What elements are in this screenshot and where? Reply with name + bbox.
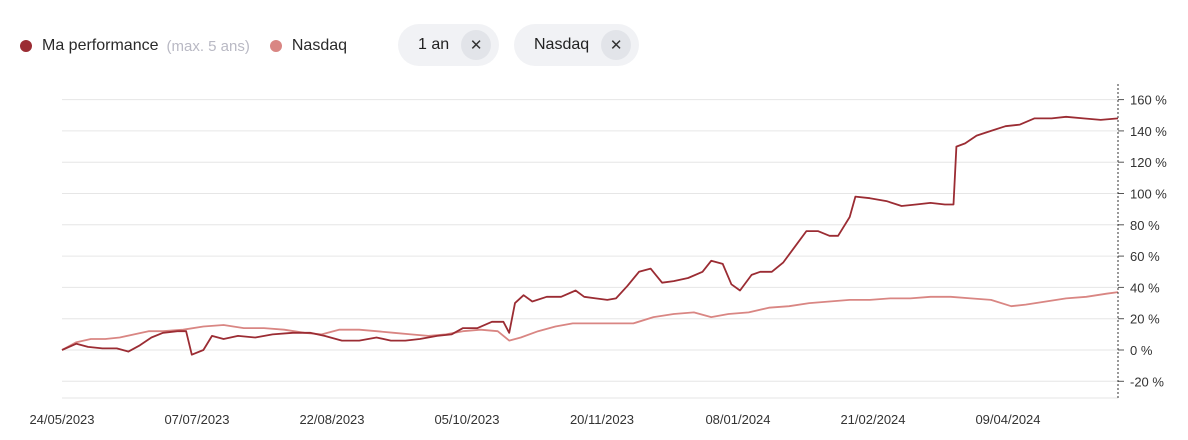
x-tick-label: 05/10/2023 (434, 412, 499, 427)
x-tick-label: 22/08/2023 (299, 412, 364, 427)
y-tick-label: 120 % (1130, 155, 1167, 170)
x-tick-label: 07/07/2023 (164, 412, 229, 427)
y-tick-label: -20 % (1130, 374, 1164, 389)
y-tick-label: 60 % (1130, 249, 1160, 264)
y-tick-label: 160 % (1130, 93, 1167, 108)
x-tick-label: 09/04/2024 (975, 412, 1040, 427)
y-tick-label: 80 % (1130, 218, 1160, 233)
x-tick-label: 24/05/2023 (29, 412, 94, 427)
y-tick-label: 100 % (1130, 187, 1167, 202)
x-axis: 24/05/2023 07/07/2023 22/08/2023 05/10/2023… (29, 412, 1040, 427)
y-axis: 160 % 140 % 120 % 100 % 80 % 60 % 40 % 20 % 0 % -… (1130, 93, 1167, 390)
x-tick-label: 08/01/2024 (705, 412, 770, 427)
y-tick-label: 20 % (1130, 312, 1160, 327)
y-tick-label: 40 % (1130, 280, 1160, 295)
x-tick-label: 21/02/2024 (840, 412, 905, 427)
x-tick-label: 20/11/2023 (570, 412, 634, 427)
series-line-nasdaq (61, 291, 1119, 351)
performance-chart: 160 % 140 % 120 % 100 % 80 % 60 % 40 % 20 % 0 % -… (29, 84, 1167, 427)
y-tick-label: 140 % (1130, 124, 1167, 139)
y-tick-label: 0 % (1130, 343, 1153, 358)
